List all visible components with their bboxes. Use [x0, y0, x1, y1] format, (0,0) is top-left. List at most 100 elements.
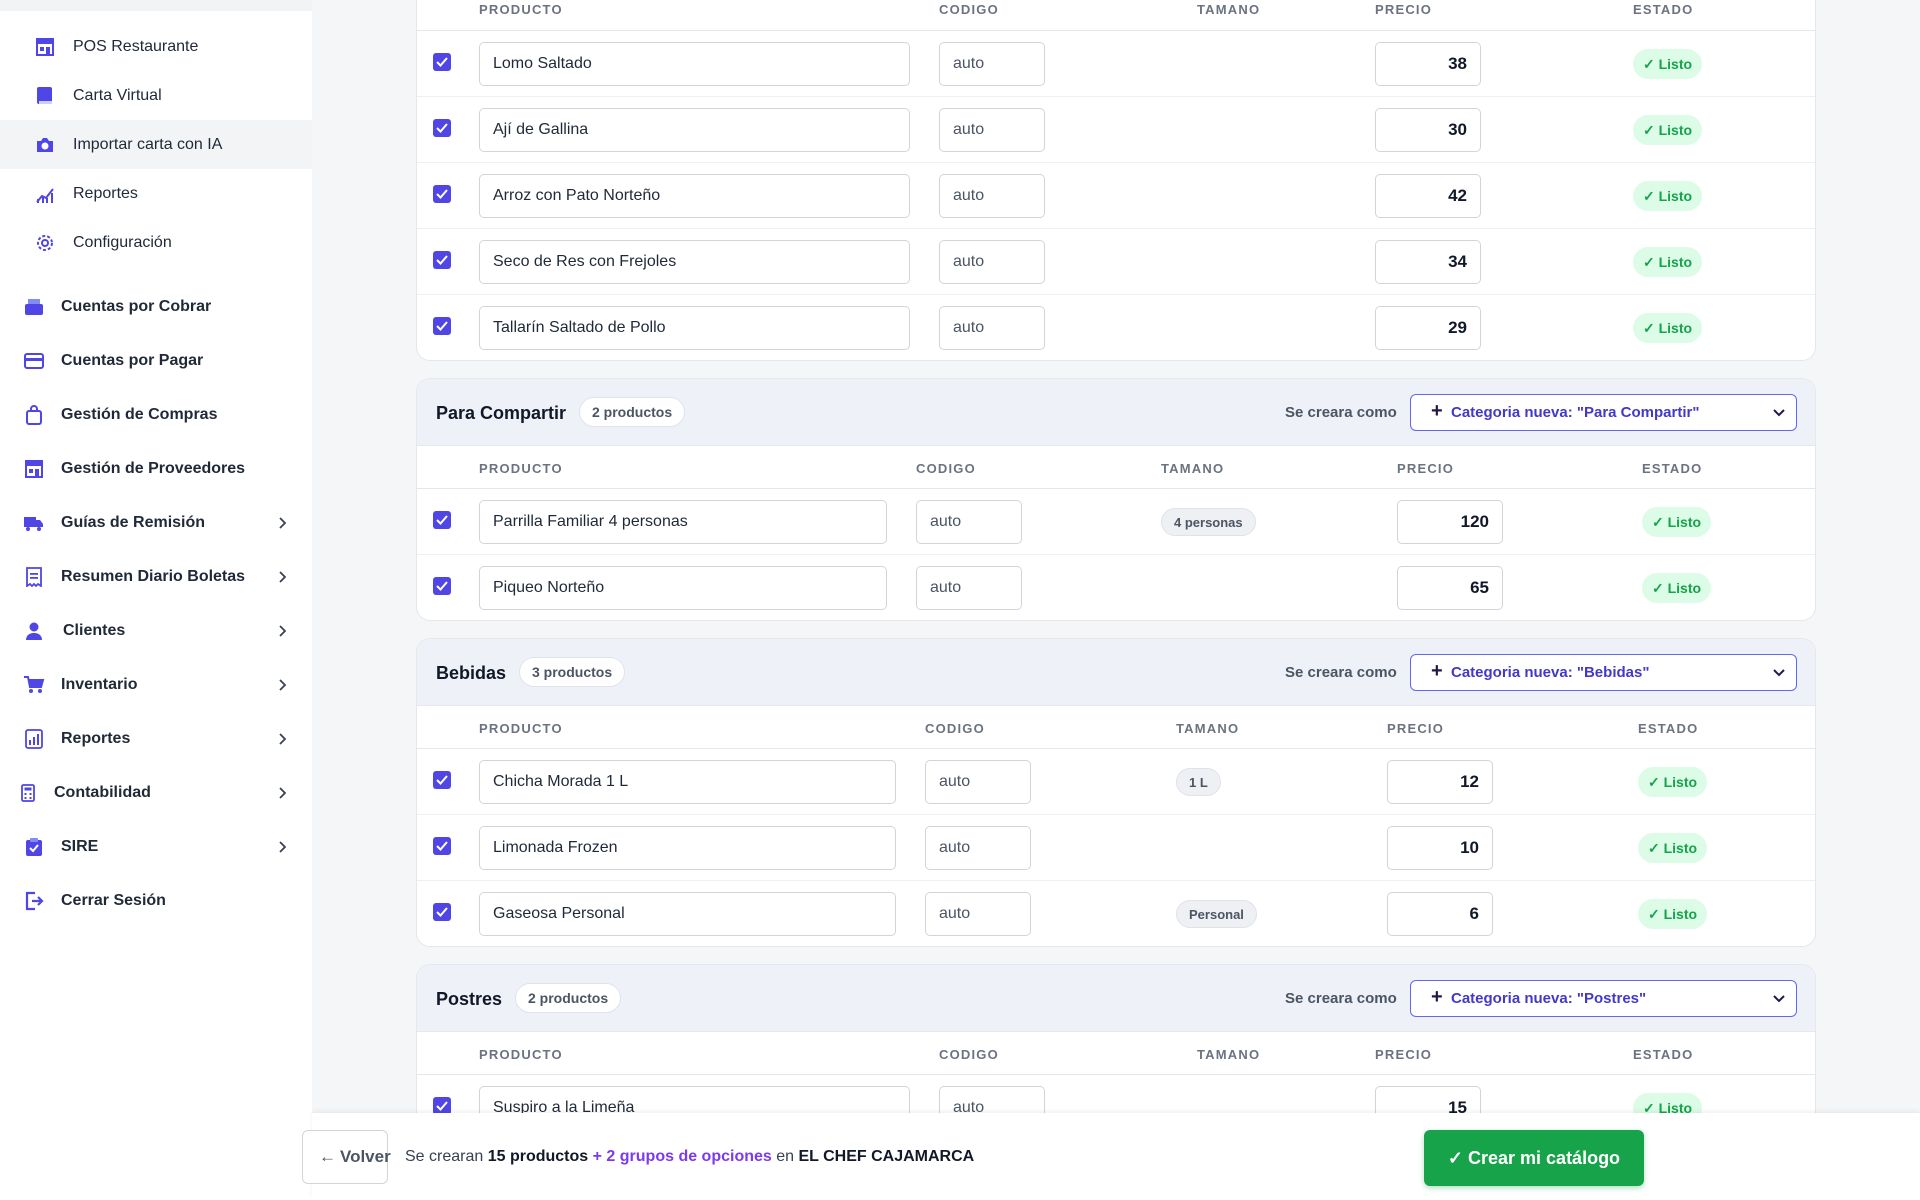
col-header-code: CODIGO	[916, 461, 976, 476]
create-catalog-button[interactable]: ✓ Crear mi catálogo	[1424, 1130, 1644, 1186]
row-checkbox[interactable]	[433, 903, 451, 921]
row-checkbox[interactable]	[433, 53, 451, 71]
product-price-input[interactable]: 34	[1375, 240, 1481, 284]
col-header-product: PRODUCTO	[479, 721, 563, 736]
product-price-input[interactable]: 65	[1397, 566, 1503, 610]
creation-summary: Se crearan 15 productos + 2 grupos de op…	[405, 1148, 974, 1166]
product-code-input[interactable]: auto	[925, 892, 1031, 936]
report-icon	[22, 728, 46, 750]
product-code-input[interactable]: auto	[939, 240, 1045, 284]
product-price-input[interactable]: 10	[1387, 826, 1493, 870]
sidebar-item-configuracion[interactable]: Configuración	[0, 218, 312, 267]
group-title: Para Compartir	[436, 403, 567, 423]
row-checkbox[interactable]	[433, 837, 451, 855]
chevron-right-icon	[276, 787, 288, 799]
sidebar-item-gestion-compras[interactable]: Gestión de Compras	[0, 393, 312, 437]
product-price-input[interactable]: 12	[1387, 760, 1493, 804]
sidebar-item-cerrar-sesion[interactable]: Cerrar Sesión	[0, 879, 312, 923]
product-name-input[interactable]: Limonada Frozen	[479, 826, 896, 870]
product-price-input[interactable]: 30	[1375, 108, 1481, 152]
product-code-input[interactable]: auto	[939, 306, 1045, 350]
sidebar-item-contabilidad[interactable]: Contabilidad	[0, 771, 312, 815]
category-select[interactable]: + Categoria nueva: "Postres"	[1410, 980, 1797, 1017]
table-row: Piqueo Norteño auto 65 ✓ Listo	[417, 555, 1815, 620]
product-name-input[interactable]: Piqueo Norteño	[479, 566, 887, 610]
product-name-input[interactable]: Seco de Res con Frejoles	[479, 240, 910, 284]
category-select-value: Categoria nueva: "Postres"	[1451, 990, 1647, 1007]
row-checkbox[interactable]	[433, 511, 451, 529]
product-code-input[interactable]: auto	[939, 42, 1045, 86]
row-checkbox[interactable]	[433, 185, 451, 203]
product-code-input[interactable]: auto	[939, 174, 1045, 218]
row-checkbox[interactable]	[433, 577, 451, 595]
category-select[interactable]: + Categoria nueva: "Para Compartir"	[1410, 394, 1797, 431]
sidebar-item-reportes-sub[interactable]: Reportes	[0, 169, 312, 218]
group-header: Para Compartir 2 productos Se creara com…	[417, 379, 1815, 446]
plus-icon: +	[1431, 986, 1443, 1008]
col-header-size: TAMANO	[1161, 461, 1225, 476]
back-button[interactable]: ← Volver	[302, 1130, 391, 1184]
sidebar-item-label: Importar carta con IA	[73, 135, 223, 153]
product-price-input[interactable]: 120	[1397, 500, 1503, 544]
sidebar-item-pos-restaurante[interactable]: POS Restaurante	[0, 22, 312, 71]
product-count-badge: 2 productos	[579, 397, 686, 427]
sidebar-item-resumen-diario[interactable]: Resumen Diario Boletas	[0, 555, 312, 599]
status-badge: ✓ Listo	[1642, 507, 1712, 537]
sidebar-item-clientes[interactable]: Clientes	[0, 609, 312, 653]
status-badge: ✓ Listo	[1638, 767, 1708, 797]
product-name-input[interactable]: Gaseosa Personal	[479, 892, 896, 936]
sidebar-item-gestion-proveedores[interactable]: Gestión de Proveedores	[0, 447, 312, 491]
chart-icon	[34, 183, 56, 205]
status-badge: ✓ Listo	[1633, 313, 1703, 343]
col-header-status: ESTADO	[1633, 1047, 1694, 1062]
row-checkbox[interactable]	[433, 119, 451, 137]
chevron-right-icon	[276, 679, 288, 691]
status-badge: ✓ Listo	[1642, 573, 1712, 603]
product-code-input[interactable]: auto	[916, 500, 1022, 544]
product-price-input[interactable]: 38	[1375, 42, 1481, 86]
sidebar-item-importar-carta[interactable]: Importar carta con IA	[0, 120, 312, 169]
create-as-label: Se creara como	[1285, 990, 1397, 1007]
sidebar-item-sire[interactable]: SIRE	[0, 825, 312, 869]
product-name-input[interactable]: Tallarín Saltado de Pollo	[479, 306, 910, 350]
sidebar: POS Restaurante Carta Virtual Importar c…	[0, 0, 312, 1200]
table-header: PRODUCTO CODIGO TAMANO PRECIO ESTADO	[417, 706, 1815, 749]
col-header-code: CODIGO	[939, 2, 999, 17]
shopping-bag-icon	[22, 404, 46, 426]
row-checkbox[interactable]	[433, 251, 451, 269]
product-code-input[interactable]: auto	[916, 566, 1022, 610]
sidebar-item-carta-virtual[interactable]: Carta Virtual	[0, 71, 312, 120]
sidebar-item-inventario[interactable]: Inventario	[0, 663, 312, 707]
gear-icon	[34, 232, 56, 254]
col-header-status: ESTADO	[1633, 2, 1694, 17]
product-price-input[interactable]: 6	[1387, 892, 1493, 936]
product-code-input[interactable]: auto	[925, 760, 1031, 804]
clipboard-check-icon	[22, 836, 46, 858]
col-header-price: PRECIO	[1375, 2, 1433, 17]
product-price-input[interactable]: 42	[1375, 174, 1481, 218]
store-icon	[22, 458, 46, 480]
product-name-input[interactable]: Ají de Gallina	[479, 108, 910, 152]
summary-prefix: Se crearan	[405, 1148, 484, 1165]
table-row: Limonada Frozen auto 10 ✓ Listo	[417, 815, 1815, 881]
cash-register-icon	[22, 296, 46, 318]
product-code-input[interactable]: auto	[939, 108, 1045, 152]
row-checkbox[interactable]	[433, 771, 451, 789]
table-header: PRODUCTO CODIGO TAMANO PRECIO ESTADO	[417, 0, 1815, 31]
table-row: Lomo Saltado auto 38 ✓ Listo	[417, 31, 1815, 97]
product-price-input[interactable]: 29	[1375, 306, 1481, 350]
product-name-input[interactable]: Arroz con Pato Norteño	[479, 174, 910, 218]
sidebar-item-cuentas-pagar[interactable]: Cuentas por Pagar	[0, 339, 312, 383]
status-badge: ✓ Listo	[1633, 49, 1703, 79]
category-select[interactable]: + Categoria nueva: "Bebidas"	[1410, 654, 1797, 691]
product-name-input[interactable]: Chicha Morada 1 L	[479, 760, 896, 804]
product-name-input[interactable]: Parrilla Familiar 4 personas	[479, 500, 887, 544]
sidebar-item-cuentas-cobrar[interactable]: Cuentas por Cobrar	[0, 285, 312, 329]
product-code-input[interactable]: auto	[925, 826, 1031, 870]
sidebar-item-guias-remision[interactable]: Guías de Remisión	[0, 501, 312, 545]
product-name-input[interactable]: Lomo Saltado	[479, 42, 910, 86]
cart-icon	[22, 674, 46, 696]
row-checkbox[interactable]	[433, 317, 451, 335]
summary-business-name: EL CHEF CAJAMARCA	[798, 1148, 975, 1165]
sidebar-item-reportes[interactable]: Reportes	[0, 717, 312, 761]
